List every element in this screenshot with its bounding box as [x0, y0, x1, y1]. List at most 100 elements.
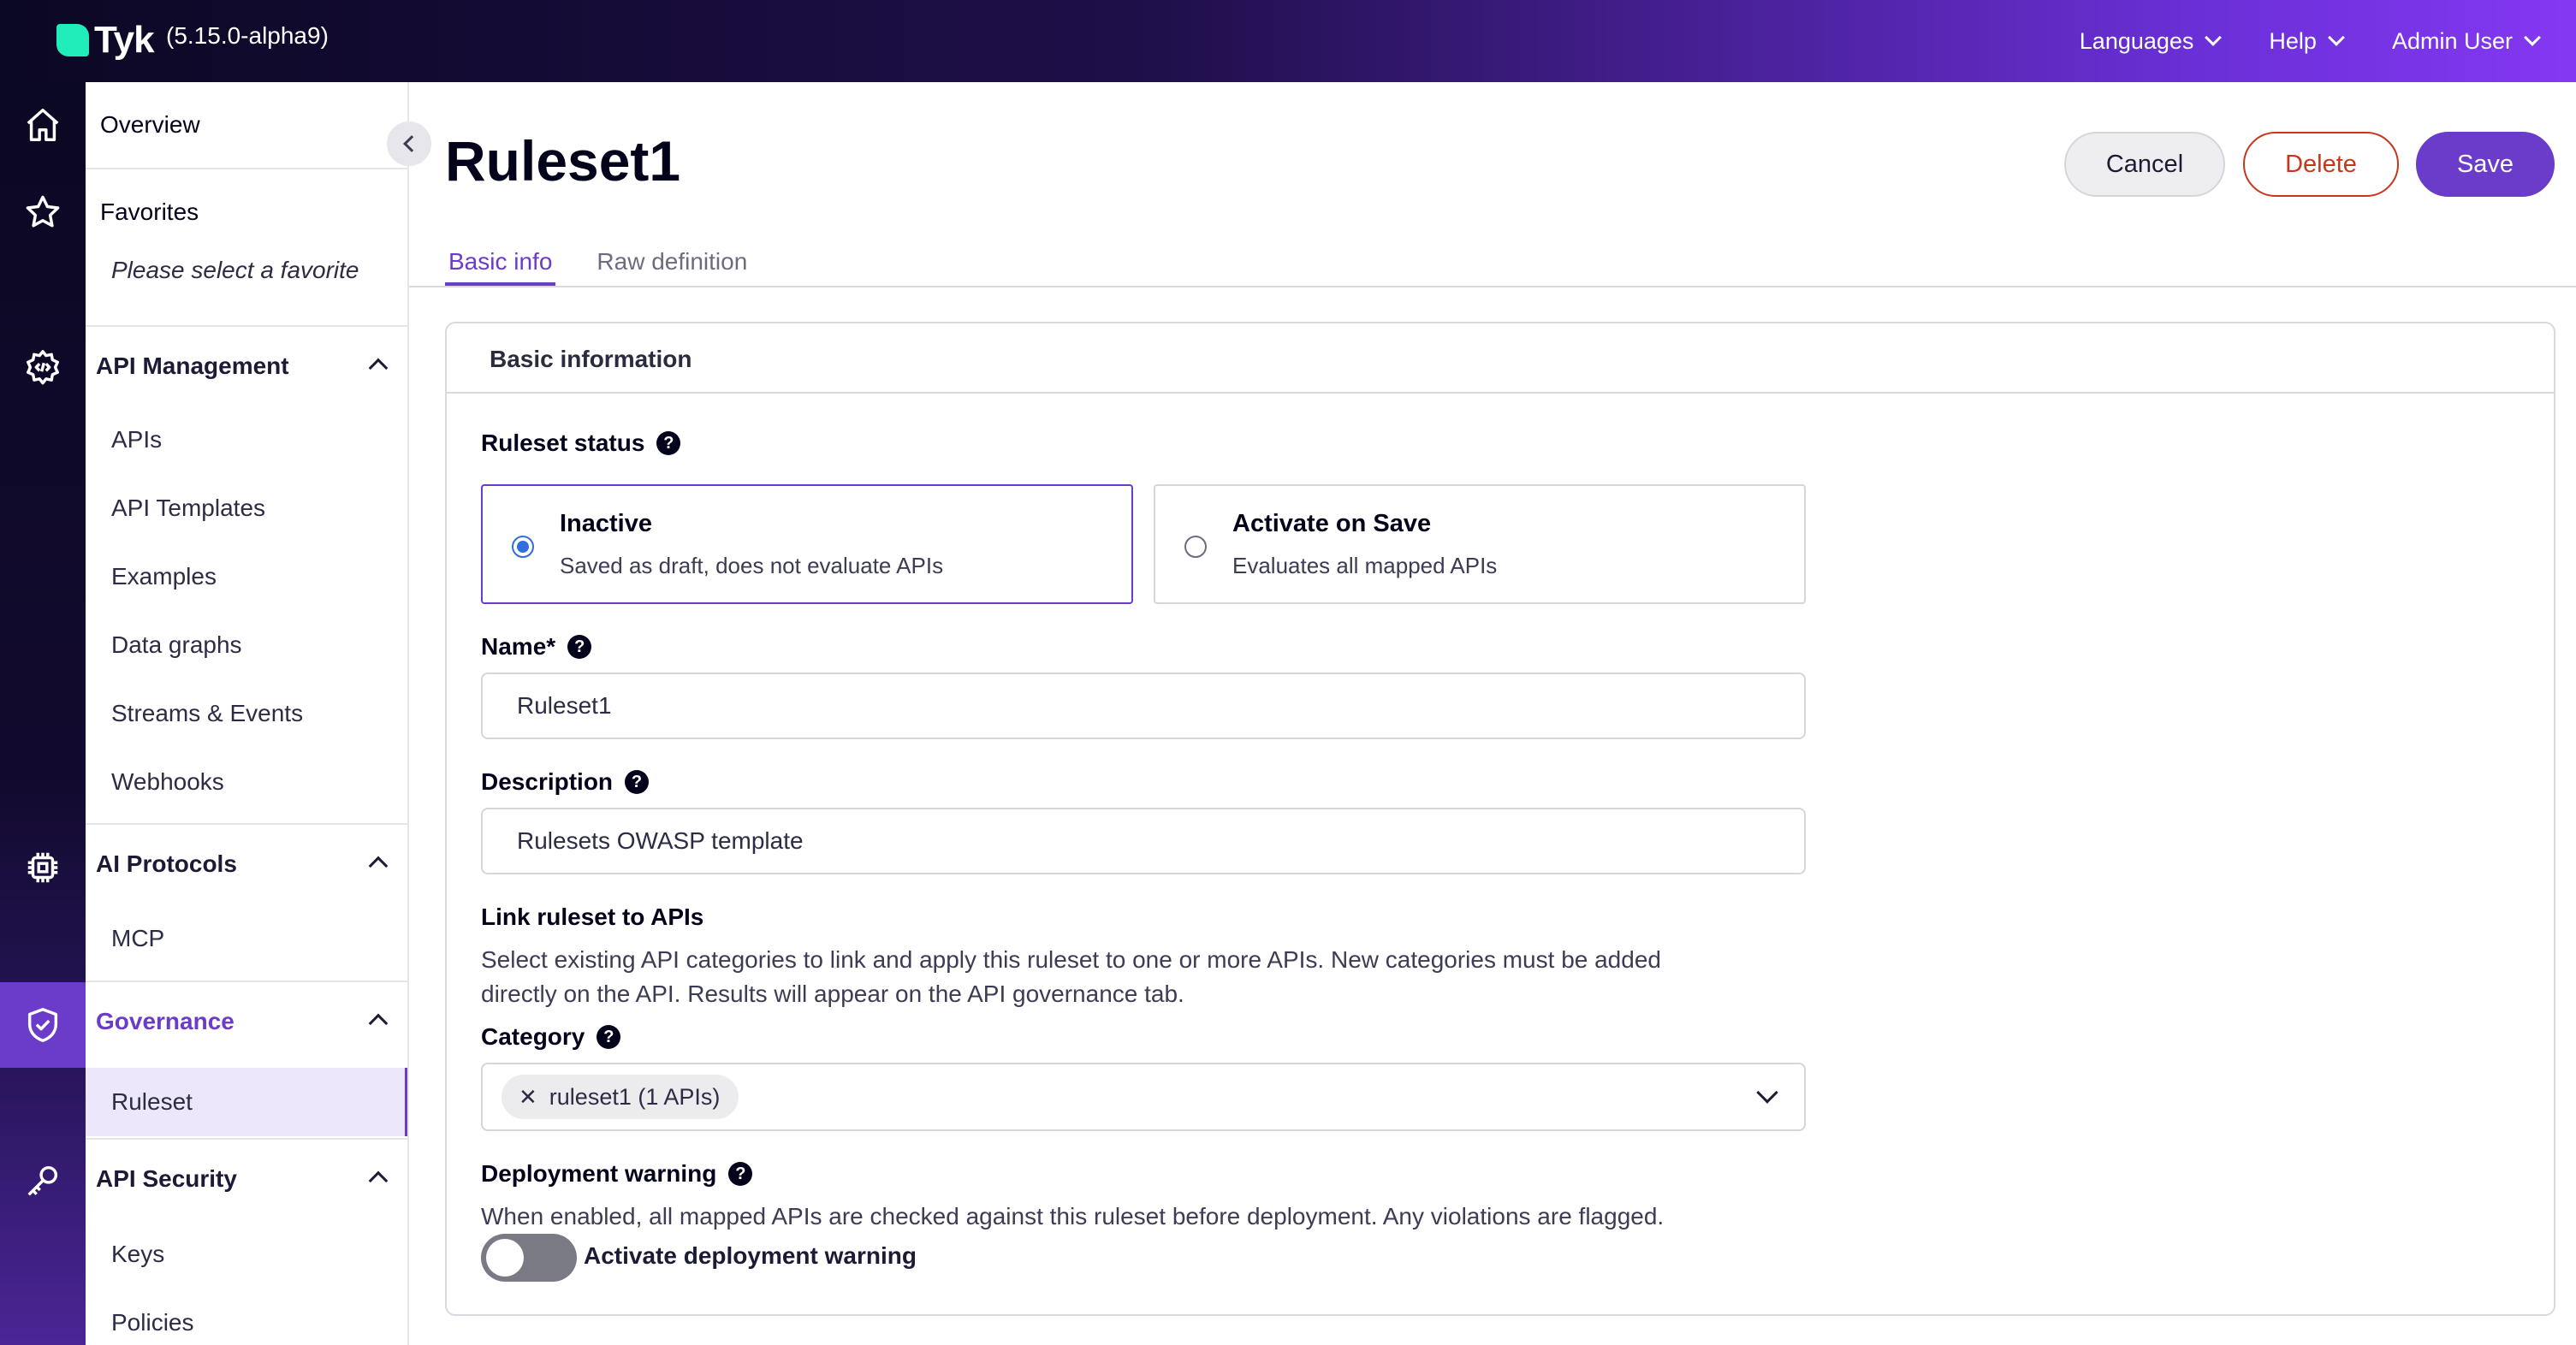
sidebar-item-api-templates[interactable]: API Templates — [86, 474, 407, 542]
sidebar-item-label: MCP — [111, 925, 165, 951]
link-ruleset-help-line-2: directly on the API. Results will appear… — [481, 981, 1184, 1007]
save-button[interactable]: Save — [2416, 132, 2555, 197]
card-header: Basic information — [447, 323, 2554, 394]
help-icon[interactable]: ? — [656, 431, 681, 455]
sidebar-item-label: Favorites — [100, 198, 199, 225]
deployment-warning-label: Deployment warning ? — [481, 1160, 753, 1188]
link-ruleset-help: Select existing API categories to link a… — [481, 943, 1850, 1011]
help-icon[interactable]: ? — [728, 1162, 753, 1186]
chevron-up-icon — [368, 1013, 389, 1034]
status-option-activate-on-save[interactable]: Activate on Save Evaluates all mapped AP… — [1154, 484, 1806, 604]
radio-button-activate[interactable] — [1184, 536, 1207, 558]
shield-check-icon[interactable] — [0, 982, 86, 1068]
deployment-warning-help: When enabled, all mapped APIs are checke… — [481, 1203, 1665, 1229]
sidebar-item-label: Keys — [111, 1241, 165, 1267]
sidebar-item-examples[interactable]: Examples — [86, 542, 407, 611]
help-icon[interactable]: ? — [567, 635, 592, 659]
ruleset-status-label: Ruleset status ? — [481, 430, 681, 457]
section-label: API Management — [96, 353, 289, 379]
user-menu[interactable]: Admin User — [2391, 27, 2541, 55]
sidebar-section-api-security[interactable]: API Security — [86, 1140, 407, 1218]
deployment-warning-toggle[interactable] — [481, 1234, 577, 1282]
sidebar-item-label: Webhooks — [111, 768, 224, 795]
delete-button[interactable]: Delete — [2243, 132, 2399, 197]
tyk-logo-mark-icon — [56, 24, 89, 56]
radio-subtitle: Evaluates all mapped APIs — [1232, 553, 1498, 578]
page-title: Ruleset1 — [445, 129, 681, 193]
icon-rail — [0, 82, 86, 1345]
help-label: Help — [2269, 27, 2317, 54]
sidebar-item-data-graphs[interactable]: Data graphs — [86, 611, 407, 679]
name-label: Name* ? — [481, 633, 592, 661]
sidebar-item-streams-events[interactable]: Streams & Events — [86, 679, 407, 748]
favorites-empty-hint: Please select a favorite — [86, 250, 407, 291]
sidebar-item-mcp[interactable]: MCP — [86, 904, 407, 974]
chevron-down-icon — [2328, 29, 2345, 46]
sidebar-item-label: API Templates — [111, 495, 266, 521]
description-label: Description ? — [481, 768, 650, 796]
sidebar-item-favorites[interactable]: Favorites — [86, 169, 407, 255]
card-title: Basic information — [490, 346, 692, 372]
sidebar-item-overview[interactable]: Overview — [86, 82, 407, 168]
radio-button-inactive[interactable] — [512, 536, 534, 558]
key-icon[interactable] — [0, 1147, 86, 1215]
radio-title: Inactive — [560, 510, 652, 537]
name-label-text: Name* — [481, 633, 556, 660]
sidebar-item-policies[interactable]: Policies — [86, 1289, 407, 1345]
sidebar-item-label: Examples — [111, 563, 217, 590]
chip-icon[interactable] — [0, 833, 86, 902]
radio-title: Activate on Save — [1232, 510, 1432, 537]
ruleset-status-label-text: Ruleset status — [481, 430, 645, 456]
category-chip-label: ruleset1 (1 APIs) — [549, 1083, 721, 1110]
help-icon[interactable]: ? — [597, 1025, 621, 1049]
close-icon[interactable]: ✕ — [519, 1084, 537, 1111]
link-ruleset-label: Link ruleset to APIs — [481, 904, 703, 931]
tyk-logo[interactable]: Tyk — [56, 19, 155, 62]
gear-code-icon[interactable] — [0, 334, 86, 402]
sidebar-item-label: Streams & Events — [111, 700, 304, 726]
sidebar-item-label: Data graphs — [111, 631, 242, 658]
cancel-button[interactable]: Cancel — [2064, 132, 2225, 197]
category-chip: ✕ ruleset1 (1 APIs) — [502, 1075, 739, 1119]
name-field[interactable]: Ruleset1 — [481, 672, 1806, 739]
description-field[interactable]: Rulesets OWASP template — [481, 808, 1806, 874]
sidebar-item-label: APIs — [111, 426, 163, 453]
brand-name: Tyk — [94, 19, 155, 61]
chevron-down-icon — [2524, 29, 2541, 46]
deployment-warning-label-text: Deployment warning — [481, 1160, 717, 1187]
link-ruleset-help-line-1: Select existing API categories to link a… — [481, 946, 1661, 973]
sidebar-section-governance[interactable]: Governance — [86, 982, 407, 1061]
description-label-text: Description — [481, 768, 614, 795]
category-label-text: Category — [481, 1023, 585, 1050]
sidebar-item-label: Overview — [100, 111, 200, 138]
tab-basic-info[interactable]: Basic info — [445, 245, 556, 286]
sidebar-item-webhooks[interactable]: Webhooks — [86, 748, 407, 816]
tab-raw-definition[interactable]: Raw definition — [593, 245, 751, 286]
chevron-up-icon — [368, 856, 389, 876]
tab-bar: Basic info Raw definition — [445, 245, 751, 286]
link-ruleset-label-text: Link ruleset to APIs — [481, 904, 704, 930]
top-bar: Tyk (5.15.0-alpha9) Languages Help Admin… — [0, 0, 2576, 82]
sidebar-section-api-management[interactable]: API Management — [86, 327, 407, 406]
languages-menu[interactable]: Languages — [2080, 28, 2223, 55]
help-menu[interactable]: Help — [2269, 27, 2345, 55]
chevron-left-icon — [403, 135, 420, 152]
chevron-up-icon — [368, 1170, 389, 1191]
sidebar-section-ai-protocols[interactable]: AI Protocols — [86, 825, 407, 904]
category-label: Category ? — [481, 1023, 621, 1051]
user-label: Admin User — [2391, 27, 2513, 54]
chevron-down-icon[interactable] — [1756, 1081, 1778, 1104]
sidebar-item-keys[interactable]: Keys — [86, 1220, 407, 1289]
star-icon[interactable] — [0, 178, 86, 246]
description-field-value: Rulesets OWASP template — [517, 827, 804, 854]
sidebar-item-label: Policies — [111, 1309, 194, 1336]
tabs-divider — [409, 286, 2576, 287]
home-icon[interactable] — [0, 91, 86, 159]
category-select[interactable]: ✕ ruleset1 (1 APIs) — [481, 1063, 1806, 1131]
help-icon[interactable]: ? — [625, 770, 650, 794]
sidebar-item-apis[interactable]: APIs — [86, 406, 407, 474]
collapse-sidebar-button[interactable] — [387, 121, 431, 166]
status-option-inactive[interactable]: Inactive Saved as draft, does not evalua… — [481, 484, 1133, 604]
version-label: (5.15.0-alpha9) — [166, 22, 329, 49]
sidebar-item-ruleset[interactable]: Ruleset — [86, 1068, 407, 1136]
